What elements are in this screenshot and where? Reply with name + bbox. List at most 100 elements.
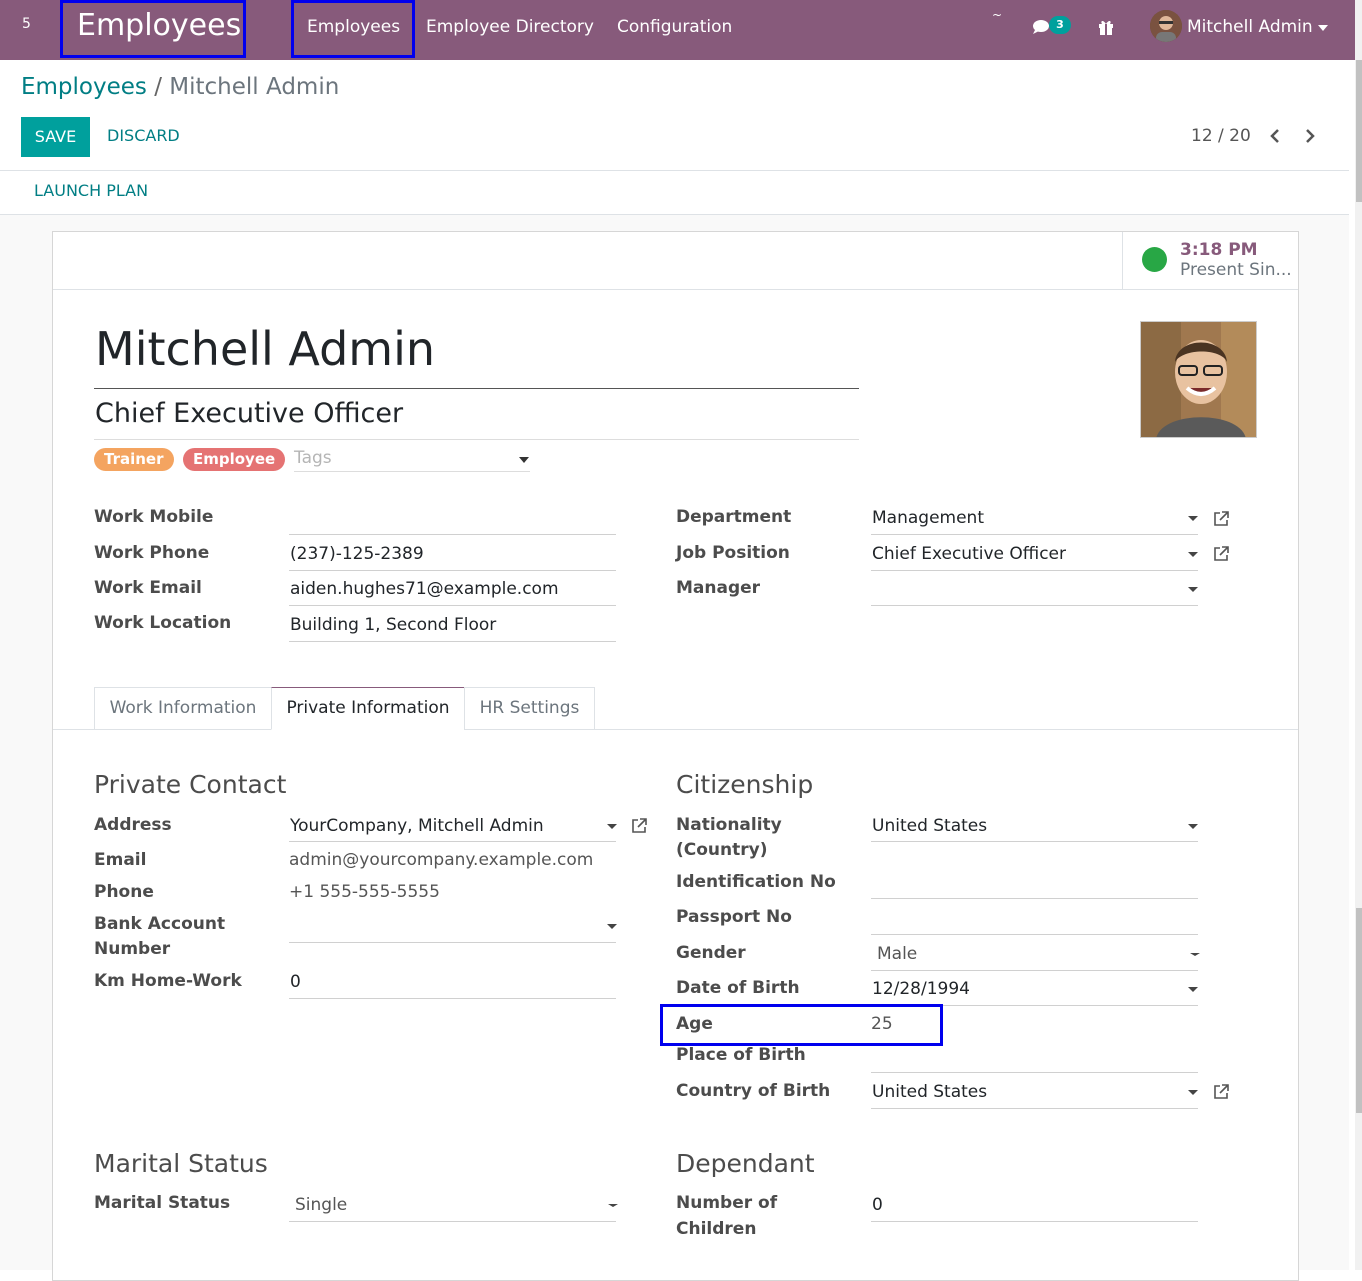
breadcrumb-current: Mitchell Admin	[169, 74, 340, 100]
marital-status-heading: Marital Status	[94, 1149, 268, 1178]
external-link-icon[interactable]	[1212, 510, 1230, 528]
breadcrumb-employees[interactable]: Employees	[21, 74, 147, 100]
tag-trainer[interactable]: Trainer	[94, 448, 174, 471]
pager-value[interactable]: 12 / 20	[1191, 126, 1251, 146]
job-position-field[interactable]: Chief Executive Officer	[872, 544, 1066, 564]
work-email-field[interactable]: aiden.hughes71@example.com	[290, 579, 559, 599]
identification-label: Identification No	[676, 872, 836, 892]
private-phone-value: +1 555-555-5555	[289, 882, 440, 902]
save-button[interactable]: SAVE	[21, 117, 90, 157]
chevron-down-icon[interactable]	[1188, 587, 1198, 592]
phone-label: Phone	[94, 882, 154, 902]
nationality-field[interactable]: United States	[872, 816, 987, 836]
nationality-label-line2: (Country)	[676, 840, 768, 860]
tab-work-information[interactable]: Work Information	[94, 687, 272, 730]
work-phone-field[interactable]: (237)-125-2389	[290, 544, 424, 564]
field-underline	[871, 1108, 1198, 1109]
menu-employee-directory[interactable]: Employee Directory	[426, 17, 594, 37]
children-label: Number of	[676, 1193, 778, 1213]
km-home-work-field[interactable]: 0	[290, 972, 301, 992]
tab-private-information[interactable]: Private Information	[271, 687, 465, 730]
work-location-field[interactable]: Building 1, Second Floor	[290, 615, 496, 635]
nav-tilde-mark: ~	[992, 8, 1003, 22]
date-of-birth-field[interactable]: 12/28/1994	[872, 979, 970, 999]
email-label: Email	[94, 850, 147, 870]
field-underline	[289, 534, 616, 535]
user-avatar[interactable]	[1150, 10, 1182, 42]
chevron-right-icon[interactable]	[1303, 128, 1317, 144]
field-underline	[871, 1221, 1198, 1222]
gender-label: Gender	[676, 943, 746, 963]
nationality-label: Nationality	[676, 815, 782, 835]
app-menu-toggle[interactable]: 5	[22, 16, 31, 32]
chevron-down-icon[interactable]	[1188, 552, 1198, 557]
place-of-birth-label: Place of Birth	[676, 1045, 806, 1065]
field-underline	[94, 388, 859, 389]
department-label: Department	[676, 507, 792, 527]
attendance-button[interactable]: 3:18 PM Present Sin...	[1122, 232, 1298, 289]
chevron-down-icon[interactable]	[1188, 1090, 1198, 1095]
user-name[interactable]: Mitchell Admin	[1187, 17, 1313, 37]
attendance-status: Present Sin...	[1180, 260, 1292, 280]
work-mobile-label: Work Mobile	[94, 507, 214, 527]
tag-employee[interactable]: Employee	[183, 448, 286, 471]
job-title-field[interactable]: Chief Executive Officer	[95, 398, 403, 429]
gender-select[interactable]: Male	[877, 944, 917, 964]
field-underline	[871, 841, 1198, 842]
bank-account-label: Bank Account	[94, 914, 226, 934]
chevron-down-icon[interactable]	[1190, 953, 1200, 956]
employee-photo[interactable]	[1140, 321, 1257, 438]
launch-plan-button[interactable]: LAUNCH PLAN	[34, 181, 148, 200]
tags-input[interactable]: Tags	[294, 448, 332, 468]
presence-indicator	[1142, 247, 1167, 272]
age-label: Age	[676, 1014, 713, 1034]
field-underline	[289, 605, 616, 606]
chevron-down-icon[interactable]	[607, 824, 617, 829]
marital-status-label: Marital Status	[94, 1193, 231, 1213]
tab-hr-settings[interactable]: HR Settings	[464, 687, 595, 730]
menu-employees[interactable]: Employees	[307, 17, 400, 37]
chevron-down-icon[interactable]	[607, 924, 617, 929]
field-underline	[294, 471, 530, 472]
employee-name-field[interactable]: Mitchell Admin	[95, 322, 435, 376]
discard-button[interactable]: DISCARD	[107, 126, 180, 145]
address-label: Address	[94, 815, 172, 835]
external-link-icon[interactable]	[1212, 545, 1230, 563]
chevron-left-icon[interactable]	[1268, 128, 1282, 144]
chevron-down-icon[interactable]	[1318, 25, 1328, 31]
attendance-time: 3:18 PM	[1180, 240, 1258, 260]
external-link-icon[interactable]	[630, 817, 648, 835]
external-link-icon[interactable]	[1212, 1083, 1230, 1101]
department-field[interactable]: Management	[872, 508, 984, 528]
chevron-down-icon[interactable]	[1188, 824, 1198, 829]
app-title[interactable]: Employees	[77, 8, 241, 43]
address-field[interactable]: YourCompany, Mitchell Admin	[290, 816, 544, 836]
chevron-down-icon[interactable]	[1188, 987, 1198, 992]
field-underline	[871, 605, 1198, 606]
age-value: 25	[871, 1014, 893, 1034]
top-navbar: 5 Employees Employees Employee Directory…	[0, 0, 1362, 60]
private-contact-heading: Private Contact	[94, 770, 287, 799]
chat-icon[interactable]	[1032, 19, 1050, 35]
chevron-down-icon[interactable]	[608, 1204, 618, 1207]
country-of-birth-field[interactable]: United States	[872, 1082, 987, 1102]
field-underline	[871, 898, 1198, 899]
chevron-down-icon[interactable]	[519, 457, 529, 463]
scrollbar-thumb[interactable]	[1356, 908, 1362, 1113]
form-sheet: 3:18 PM Present Sin... Mitchell Admin Ch…	[52, 231, 1299, 1281]
work-email-label: Work Email	[94, 578, 202, 598]
chevron-down-icon[interactable]	[1188, 516, 1198, 521]
field-underline	[289, 1221, 616, 1222]
marital-status-select[interactable]: Single	[295, 1195, 347, 1215]
citizenship-heading: Citizenship	[676, 770, 814, 799]
gift-icon[interactable]	[1097, 18, 1115, 36]
field-underline	[871, 534, 1198, 535]
menu-configuration[interactable]: Configuration	[617, 17, 732, 37]
scrollbar-thumb[interactable]	[1356, 60, 1362, 202]
field-underline	[289, 841, 616, 842]
children-label-line2: Children	[676, 1219, 757, 1239]
work-location-label: Work Location	[94, 613, 232, 633]
children-field[interactable]: 0	[872, 1195, 883, 1215]
dependant-heading: Dependant	[676, 1149, 815, 1178]
passport-label: Passport No	[676, 907, 792, 927]
